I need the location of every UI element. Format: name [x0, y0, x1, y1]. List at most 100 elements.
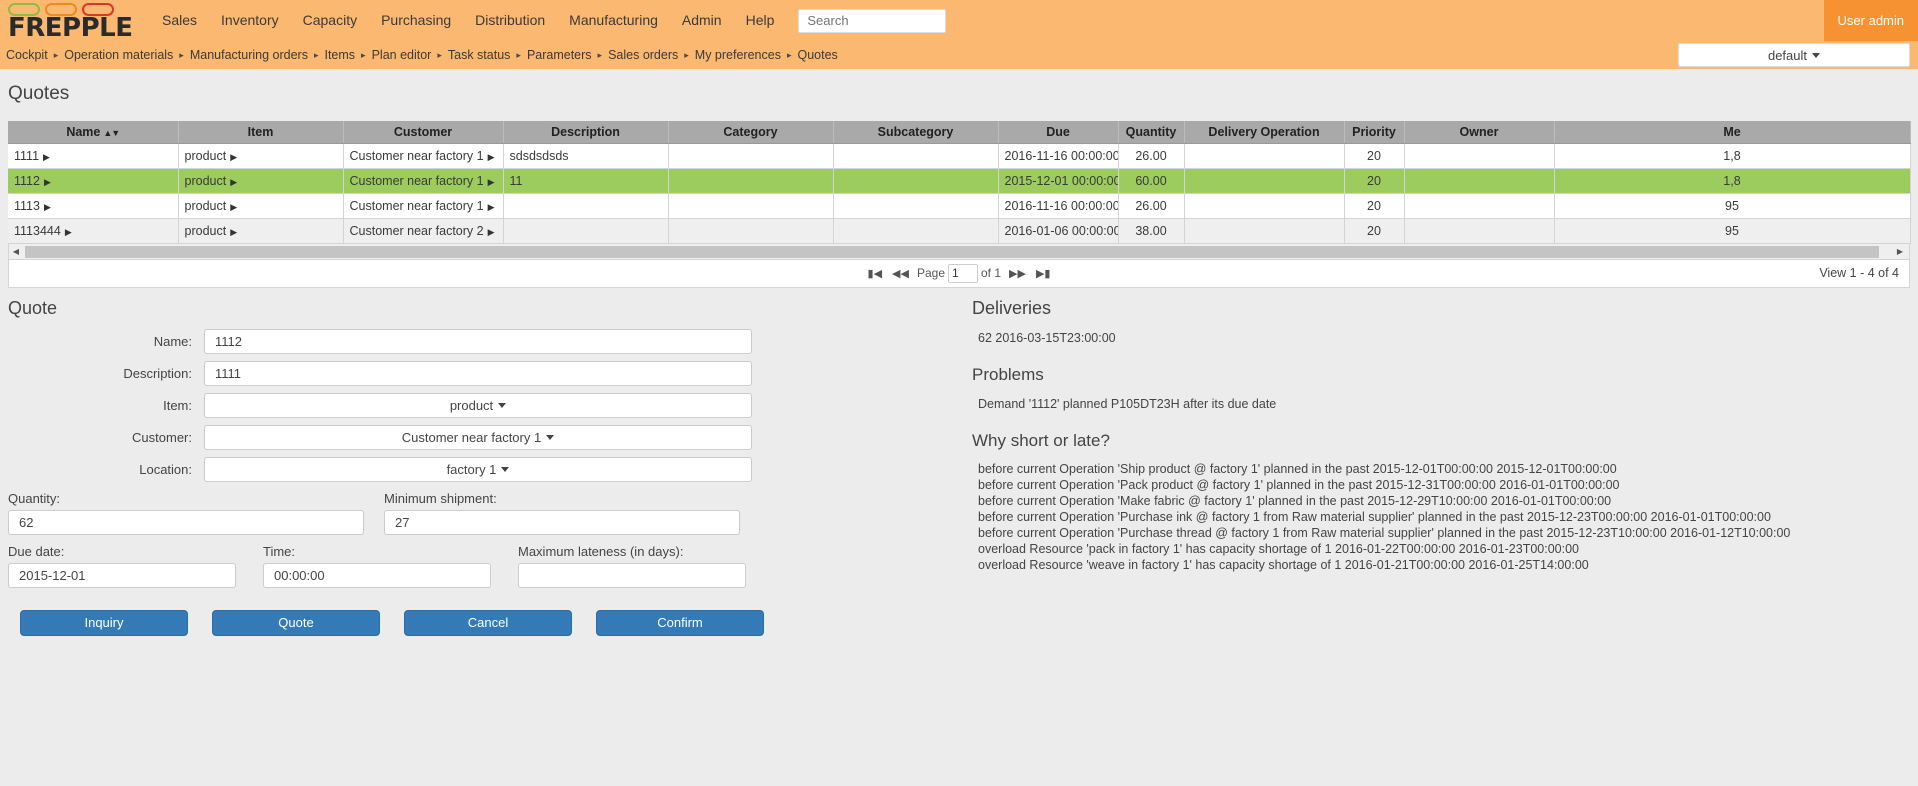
cell-subcategory	[833, 193, 999, 219]
time-input[interactable]	[263, 562, 491, 588]
min-shipment-input[interactable]	[384, 509, 740, 535]
frepple-logo[interactable]: FREPPLE	[8, 0, 133, 41]
last-page-icon[interactable]: ▶▮	[1031, 267, 1056, 280]
nav-item-sales[interactable]: Sales	[150, 0, 209, 41]
breadcrumb-item-sales-orders[interactable]: Sales orders	[608, 48, 678, 62]
breadcrumb-item-parameters[interactable]: Parameters	[527, 48, 592, 62]
column-header-subcategory[interactable]: Subcategory	[833, 121, 999, 144]
drilldown-arrow-icon[interactable]: ▶	[44, 177, 51, 188]
nav-item-purchasing[interactable]: Purchasing	[369, 0, 463, 41]
cell-owner	[1404, 143, 1555, 169]
time-field-group: Time:	[263, 544, 518, 588]
select-customer[interactable]: Customer near factory 1	[204, 424, 752, 450]
nav-item-inventory[interactable]: Inventory	[209, 0, 291, 41]
table-row[interactable]: 1112 ▶ product ▶ Customer near factory 1 ▶ 11 2…	[8, 168, 1911, 194]
date-row: Due date: Time: Maximum lateness (in day…	[8, 544, 960, 588]
why-short-row: before current Operation 'Purchase threa…	[978, 525, 1791, 540]
drilldown-arrow-icon[interactable]: ▶	[44, 202, 51, 213]
cell-priority: 20	[1344, 168, 1405, 194]
breadcrumb-separator: ▸	[53, 49, 59, 60]
breadcrumb-item-manufacturing-orders[interactable]: Manufacturing orders	[190, 48, 308, 62]
input-description[interactable]: 1111	[204, 360, 752, 386]
due-date-input[interactable]	[8, 562, 236, 588]
cell-priority: 20	[1344, 218, 1405, 244]
field-label: Name:	[153, 333, 192, 349]
drilldown-arrow-icon[interactable]: ▶	[488, 227, 495, 238]
column-header-owner[interactable]: Owner	[1404, 121, 1555, 144]
grid-header-row: Name ▲▼ Item Customer Description Categor…	[8, 121, 1911, 144]
column-header-delivery-operation[interactable]: Delivery Operation	[1184, 121, 1345, 144]
select-item[interactable]: product	[204, 392, 752, 418]
column-header-customer[interactable]: Customer	[343, 121, 504, 144]
drilldown-arrow-icon[interactable]: ▶	[43, 152, 50, 163]
page-number-input[interactable]	[948, 263, 978, 283]
nav-item-admin[interactable]: Admin	[670, 0, 734, 41]
drilldown-arrow-icon[interactable]: ▶	[488, 177, 495, 188]
quote-button[interactable]: Quote	[212, 609, 380, 636]
quote-form-panel: Quote Name: 1112 Description: 1111 Item: prod…	[0, 298, 960, 636]
search-input[interactable]	[798, 8, 947, 33]
grid-horizontal-scrollbar[interactable]: ◀ ▶	[8, 243, 1910, 260]
breadcrumb-separator: ▸	[684, 49, 689, 60]
column-header-due[interactable]: Due	[998, 121, 1119, 144]
sort-indicator-icon: ▲▼	[103, 127, 120, 138]
inquiry-button[interactable]: Inquiry	[20, 609, 188, 636]
select-location[interactable]: factory 1	[204, 456, 752, 482]
column-header-category[interactable]: Category	[668, 121, 834, 144]
scenario-selector[interactable]: default	[1678, 43, 1910, 67]
prev-page-icon[interactable]: ◀◀	[887, 267, 914, 280]
scenario-label: default	[1767, 47, 1808, 63]
field-label: Location:	[139, 461, 192, 477]
breadcrumb-item-items[interactable]: Items	[324, 48, 355, 62]
confirm-button[interactable]: Confirm	[596, 609, 764, 636]
cell-due: 2016-11-16 00:00:00	[998, 193, 1119, 219]
cell-subcategory	[833, 168, 999, 194]
nav-item-capacity[interactable]: Capacity	[291, 0, 369, 41]
breadcrumb-item-plan-editor[interactable]: Plan editor	[372, 48, 432, 62]
table-row[interactable]: 1113444 ▶ product ▶ Customer near factory 2 ▶…	[8, 218, 1911, 244]
drilldown-arrow-icon[interactable]: ▶	[488, 202, 495, 213]
cell-customer: Customer near factory 2 ▶	[343, 218, 504, 244]
drilldown-arrow-icon[interactable]: ▶	[65, 227, 72, 238]
scrollbar-thumb[interactable]	[25, 245, 1879, 258]
input-name[interactable]: 1112	[204, 328, 752, 354]
quantity-input[interactable]	[8, 509, 364, 535]
grid-pager: ▮◀ ◀◀ Page of 1 ▶▶ ▶▮ View 1 - 4 of 4	[8, 259, 1910, 288]
cell-delivery-operation	[1184, 143, 1345, 169]
nav-item-distribution[interactable]: Distribution	[463, 0, 557, 41]
table-row[interactable]: 1113 ▶ product ▶ Customer near factory 1 ▶ 201…	[8, 193, 1911, 219]
cancel-button[interactable]: Cancel	[404, 609, 572, 636]
scroll-left-icon[interactable]: ◀	[9, 247, 23, 256]
nav-item-help[interactable]: Help	[734, 0, 787, 41]
breadcrumb-item-quotes[interactable]: Quotes	[797, 48, 837, 62]
breadcrumb-item-operation-materials[interactable]: Operation materials	[64, 48, 173, 62]
breadcrumb-item-cockpit[interactable]: Cockpit	[6, 48, 48, 62]
drilldown-arrow-icon[interactable]: ▶	[230, 152, 237, 163]
scroll-right-icon[interactable]: ▶	[1893, 247, 1907, 256]
column-header-quantity[interactable]: Quantity	[1118, 121, 1185, 144]
quote-info-panel: Deliveries 62 2016-03-15T23:00:00 Proble…	[960, 298, 1910, 636]
drilldown-arrow-icon[interactable]: ▶	[230, 202, 237, 213]
table-row[interactable]: 1111 ▶ product ▶ Customer near factory 1 ▶ sds…	[8, 143, 1911, 169]
nav-item-manufacturing[interactable]: Manufacturing	[557, 0, 670, 41]
drilldown-arrow-icon[interactable]: ▶	[488, 152, 495, 163]
next-page-icon[interactable]: ▶▶	[1004, 267, 1031, 280]
column-header-description[interactable]: Description	[503, 121, 669, 144]
column-header-me[interactable]: Me	[1554, 121, 1911, 144]
problems-title: Problems	[972, 364, 1044, 384]
first-page-icon[interactable]: ▮◀	[863, 267, 888, 280]
column-header-item[interactable]: Item	[178, 121, 344, 144]
drilldown-arrow-icon[interactable]: ▶	[230, 177, 237, 188]
breadcrumb-item-task-status[interactable]: Task status	[448, 48, 511, 62]
breadcrumb-item-my-preferences[interactable]: My preferences	[695, 48, 781, 62]
column-header-name[interactable]: Name ▲▼	[8, 121, 179, 144]
breadcrumb-separator: ▸	[516, 49, 521, 60]
cell-me: 95	[1554, 193, 1911, 219]
main-nav: Sales Inventory Capacity Purchasing Dist…	[150, 0, 947, 41]
cell-quantity: 38.00	[1118, 218, 1185, 244]
column-header-priority[interactable]: Priority	[1344, 121, 1405, 144]
user-admin-menu[interactable]: User admin	[1823, 0, 1918, 41]
drilldown-arrow-icon[interactable]: ▶	[230, 227, 237, 238]
max-lateness-input[interactable]	[518, 562, 746, 588]
delivery-item: 62 2016-03-15T23:00:00	[978, 330, 1116, 345]
